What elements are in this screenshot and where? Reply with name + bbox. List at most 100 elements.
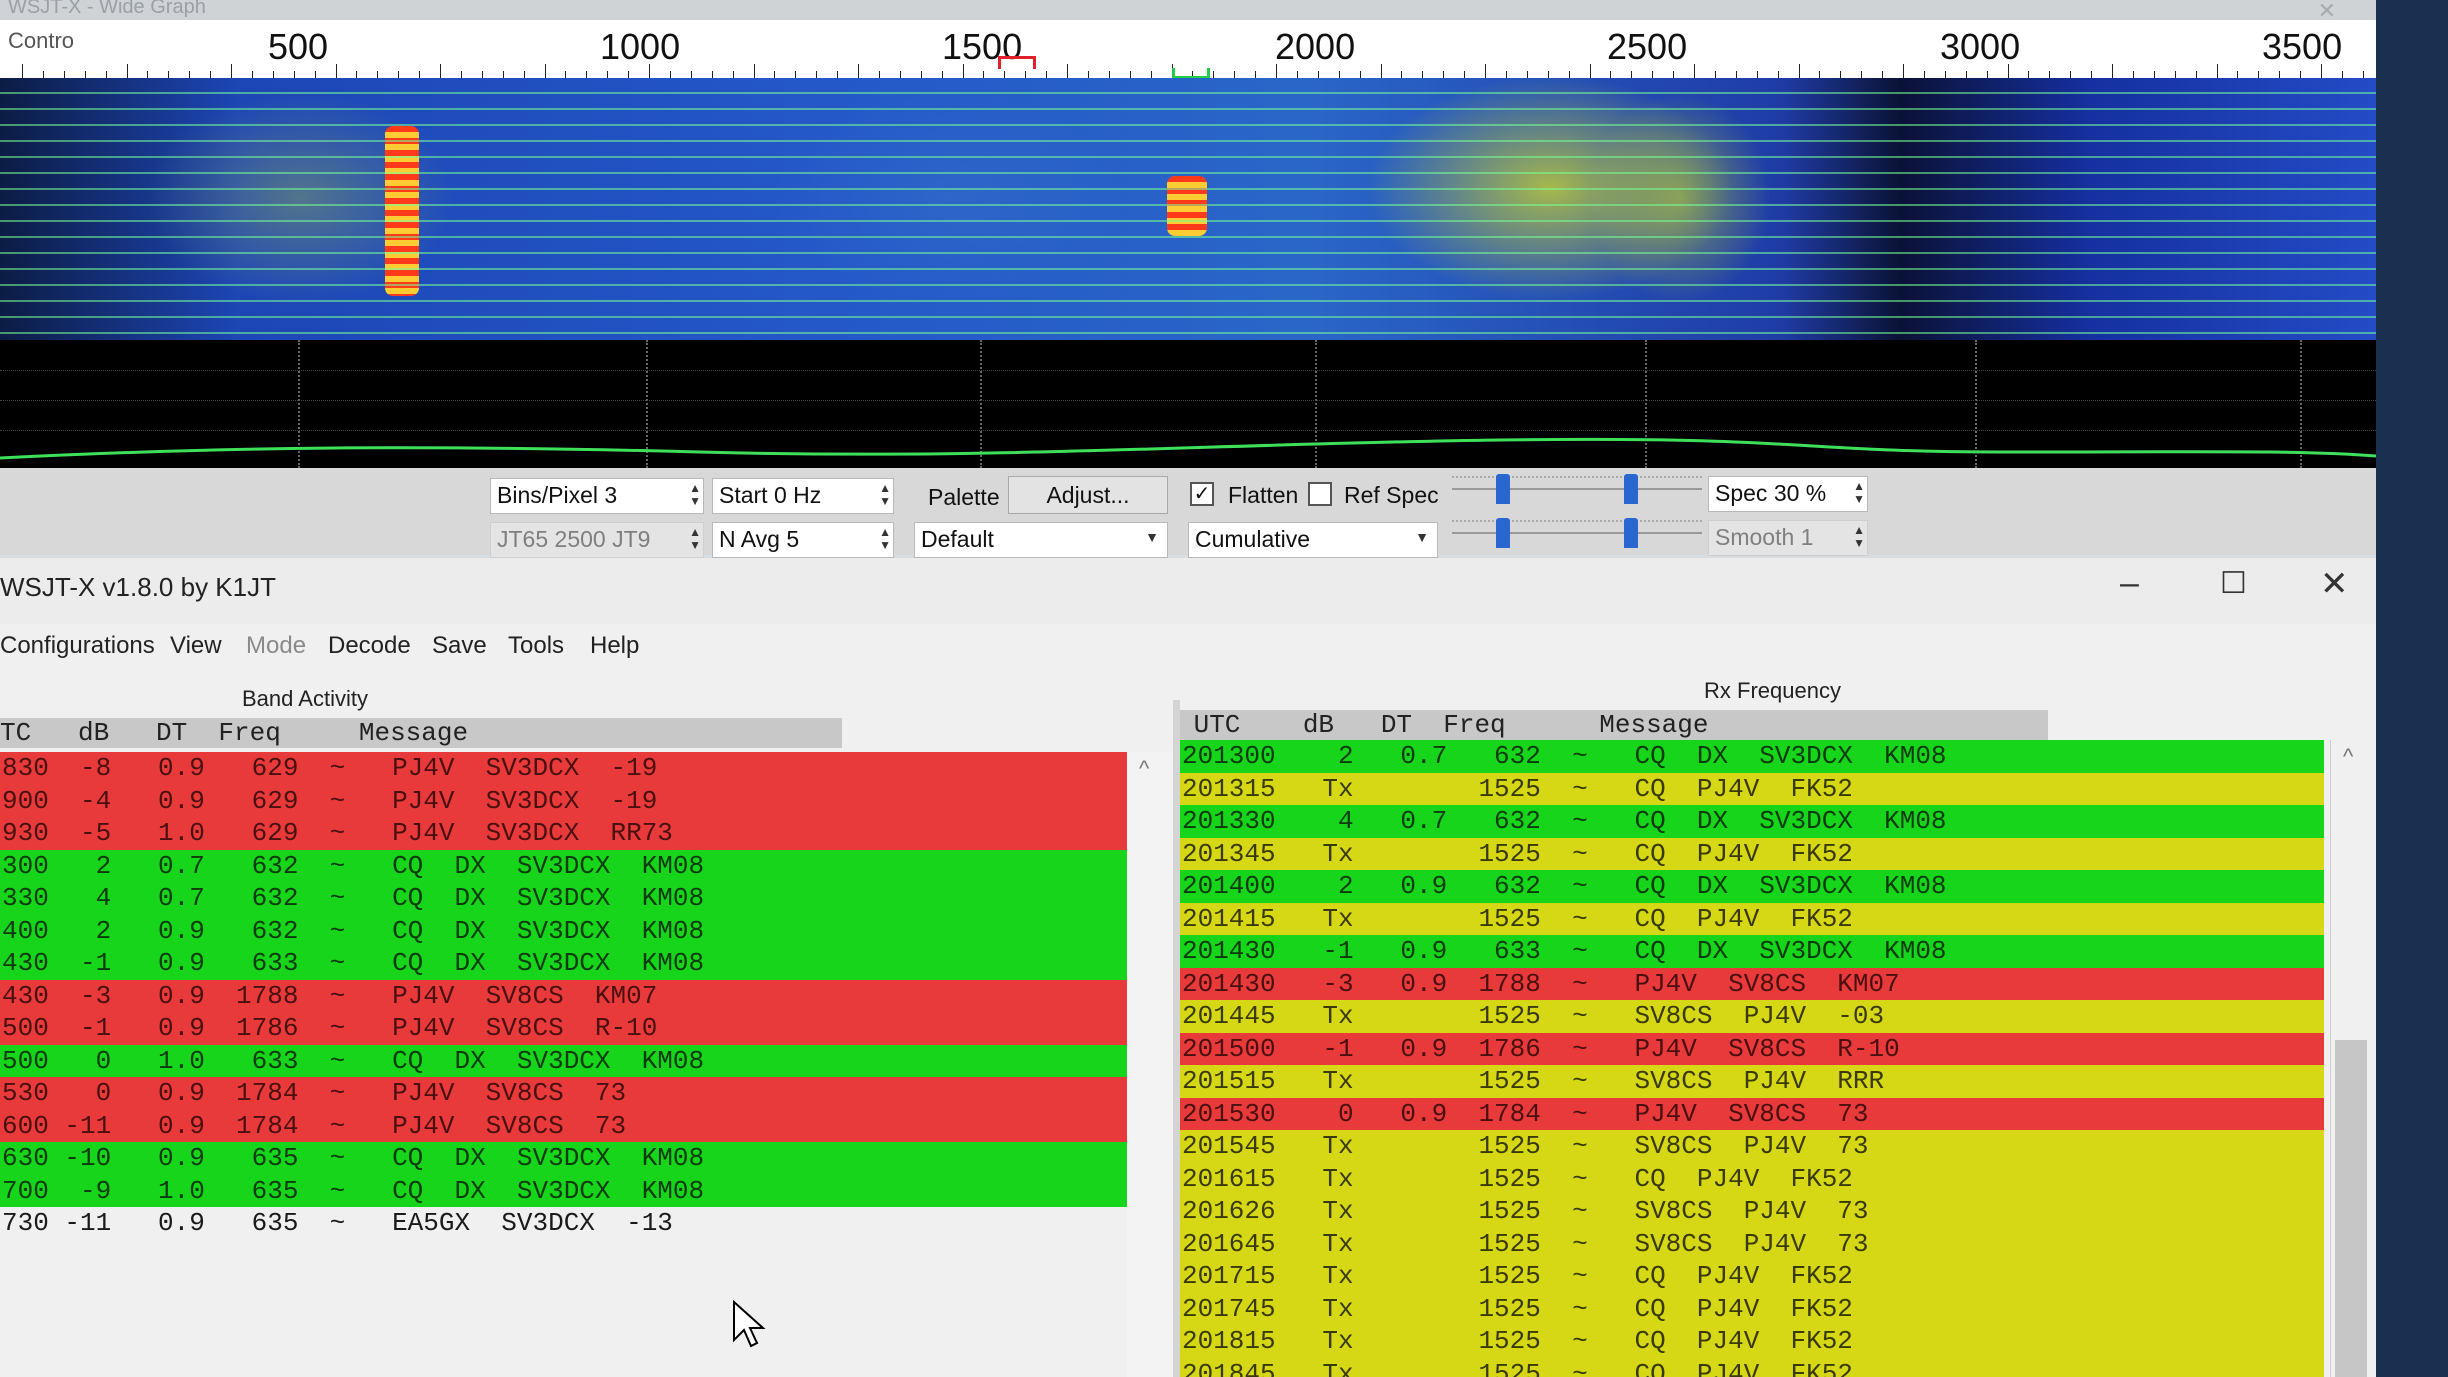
menu-bar: Configurations View Mode Decode Save Too…: [0, 624, 2384, 668]
table-row[interactable]: 201815 Tx 1525 ~ CQ PJ4V FK52: [1180, 1325, 2324, 1358]
scale-tick: [523, 71, 525, 78]
table-row[interactable]: 630 -10 0.9 635 ~ CQ DX SV3DCX KM08: [0, 1142, 1128, 1175]
band-activity-rows[interactable]: 830 -8 0.9 629 ~ PJ4V SV3DCX -19 900 -4 0…: [0, 752, 1128, 1240]
table-row[interactable]: 201345 Tx 1525 ~ CQ PJ4V FK52: [1180, 837, 2324, 870]
table-row[interactable]: 500 0 1.0 633 ~ CQ DX SV3DCX KM08: [0, 1044, 1128, 1077]
table-row[interactable]: 201300 2 0.7 632 ~ CQ DX SV3DCX KM08: [1180, 740, 2324, 773]
scale-tick: [1276, 64, 1277, 78]
slider-handle[interactable]: [1496, 518, 1510, 548]
table-row[interactable]: 201445 Tx 1525 ~ SV8CS PJ4V -03: [1180, 1000, 2324, 1033]
table-row[interactable]: 201530 0 0.9 1784 ~ PJ4V SV8CS 73: [1180, 1097, 2324, 1130]
rx-frequency-header[interactable]: UTC dB DT Freq Message: [1178, 710, 2048, 740]
signal-trace: [385, 126, 419, 296]
adjust-button[interactable]: Adjust...: [1008, 476, 1168, 514]
band-activity-list[interactable]: 830 -8 0.9 629 ~ PJ4V SV3DCX -19 900 -4 0…: [0, 752, 1175, 1377]
table-row[interactable]: 500 -1 0.9 1786 ~ PJ4V SV8CS R-10: [0, 1012, 1128, 1045]
scrollbar-thumb[interactable]: [2335, 1040, 2367, 1377]
rx-frequency-list[interactable]: 201300 2 0.7 632 ~ CQ DX SV3DCX KM08 2013…: [1180, 740, 2360, 1377]
table-row[interactable]: 201645 Tx 1525 ~ SV8CS PJ4V 73: [1180, 1227, 2324, 1260]
slider-handle[interactable]: [1496, 474, 1510, 504]
minimize-icon[interactable]: –: [2120, 564, 2139, 603]
menu-tools[interactable]: Tools: [508, 632, 564, 660]
slider-handle[interactable]: [1624, 474, 1638, 504]
menu-configurations[interactable]: Configurations: [0, 632, 155, 660]
rx-frequency-scrollbar[interactable]: ^: [2330, 740, 2371, 1377]
slider-handle[interactable]: [1624, 518, 1638, 548]
table-row[interactable]: 201330 4 0.7 632 ~ CQ DX SV3DCX KM08: [1180, 805, 2324, 838]
waterfall-display[interactable]: [0, 78, 2376, 340]
table-row[interactable]: 201400 2 0.9 632 ~ CQ DX SV3DCX KM08: [1180, 870, 2324, 903]
table-row[interactable]: 730 -11 0.9 635 ~ EA5GX SV3DCX -13: [0, 1207, 1128, 1240]
scale-tick: [2362, 71, 2364, 78]
menu-help[interactable]: Help: [590, 632, 639, 660]
scroll-up-icon[interactable]: ^: [1139, 756, 1149, 782]
zero-slider[interactable]: [1452, 518, 1702, 548]
table-row[interactable]: 201845 Tx 1525 ~ CQ PJ4V FK52: [1180, 1357, 2324, 1377]
scale-tick: [1714, 71, 1716, 78]
table-row[interactable]: 201745 Tx 1525 ~ CQ PJ4V FK52: [1180, 1292, 2324, 1325]
scale-label: 500: [268, 26, 329, 67]
table-row[interactable]: 300 2 0.7 632 ~ CQ DX SV3DCX KM08: [0, 849, 1128, 882]
signal-trace: [1167, 176, 1207, 236]
maximize-icon[interactable]: ☐: [2220, 566, 2247, 601]
scale-tick: [189, 71, 191, 78]
bins-per-pixel-spinbox[interactable]: Bins/Pixel 3 ▲ ▼: [490, 478, 704, 514]
table-row[interactable]: 201315 Tx 1525 ~ CQ PJ4V FK52: [1180, 772, 2324, 805]
table-row[interactable]: 530 0 0.9 1784 ~ PJ4V SV8CS 73: [0, 1077, 1128, 1110]
table-row[interactable]: 201430 -1 0.9 633 ~ CQ DX SV3DCX KM08: [1180, 935, 2324, 968]
smooth-spinbox[interactable]: Smooth 1 ▲ ▼: [1708, 520, 1868, 556]
menu-decode[interactable]: Decode: [328, 632, 411, 660]
start-hz-spinbox[interactable]: Start 0 Hz ▲ ▼: [712, 478, 894, 514]
gain-slider[interactable]: [1452, 474, 1702, 504]
scale-tick: [1150, 71, 1152, 78]
spin-arrows-icon[interactable]: ▲ ▼: [689, 526, 701, 552]
mouse-cursor-icon: [733, 1300, 766, 1348]
spin-arrows-icon[interactable]: ▲ ▼: [1853, 524, 1865, 550]
chevron-down-icon[interactable]: ▼: [1415, 529, 1429, 545]
control-label[interactable]: Contro: [8, 28, 74, 54]
table-row[interactable]: 201545 Tx 1525 ~ SV8CS PJ4V 73: [1180, 1130, 2324, 1163]
table-row[interactable]: 930 -5 1.0 629 ~ PJ4V SV3DCX RR73: [0, 817, 1128, 850]
flatten-checkbox[interactable]: ✓: [1190, 482, 1214, 506]
menu-save[interactable]: Save: [432, 632, 487, 660]
cumulative-dropdown[interactable]: Cumulative ▼: [1188, 522, 1438, 558]
table-row[interactable]: 201626 Tx 1525 ~ SV8CS PJ4V 73: [1180, 1195, 2324, 1228]
table-row[interactable]: 700 -9 1.0 635 ~ CQ DX SV3DCX KM08: [0, 1174, 1128, 1207]
spin-arrows-icon[interactable]: ▲ ▼: [689, 482, 701, 508]
scale-tick: [2132, 71, 2134, 78]
table-row[interactable]: 201415 Tx 1525 ~ CQ PJ4V FK52: [1180, 902, 2324, 935]
table-row[interactable]: 201615 Tx 1525 ~ CQ PJ4V FK52: [1180, 1162, 2324, 1195]
menu-mode[interactable]: Mode: [246, 632, 306, 660]
scale-tick: [1067, 64, 1068, 78]
table-row[interactable]: 330 4 0.7 632 ~ CQ DX SV3DCX KM08: [0, 882, 1128, 915]
scale-tick: [1234, 71, 1236, 78]
table-row[interactable]: 600 -11 0.9 1784 ~ PJ4V SV8CS 73: [0, 1109, 1128, 1142]
scale-tick: [669, 71, 671, 78]
menu-view[interactable]: View: [170, 632, 222, 660]
table-row[interactable]: 430 -3 0.9 1788 ~ PJ4V SV8CS KM07: [0, 979, 1128, 1012]
spin-arrows-icon[interactable]: ▲ ▼: [879, 482, 891, 508]
chevron-down-icon[interactable]: ▼: [1145, 529, 1159, 545]
spin-arrows-icon[interactable]: ▲ ▼: [879, 526, 891, 552]
band-activity-scrollbar[interactable]: ^: [1127, 752, 1173, 1377]
scroll-up-icon[interactable]: ^: [2343, 744, 2353, 770]
close-icon[interactable]: ✕: [2320, 564, 2349, 604]
rx-frequency-marker[interactable]: [998, 56, 1036, 69]
table-row[interactable]: 830 -8 0.9 629 ~ PJ4V SV3DCX -19: [0, 752, 1128, 785]
band-activity-header[interactable]: TC dB DT Freq Message: [0, 718, 842, 748]
table-row[interactable]: 400 2 0.9 632 ~ CQ DX SV3DCX KM08: [0, 914, 1128, 947]
table-row[interactable]: 201515 Tx 1525 ~ SV8CS PJ4V RRR: [1180, 1065, 2324, 1098]
spec-spinbox[interactable]: Spec 30 % ▲ ▼: [1708, 476, 1868, 512]
table-row[interactable]: 201430 -3 0.9 1788 ~ PJ4V SV8CS KM07: [1180, 967, 2324, 1000]
palette-dropdown[interactable]: Default ▼: [914, 522, 1168, 558]
jt65-jt9-spinbox[interactable]: JT65 2500 JT9 ▲ ▼: [490, 522, 704, 558]
n-avg-spinbox[interactable]: N Avg 5 ▲ ▼: [712, 522, 894, 558]
table-row[interactable]: 201500 -1 0.9 1786 ~ PJ4V SV8CS R-10: [1180, 1032, 2324, 1065]
table-row[interactable]: 900 -4 0.9 629 ~ PJ4V SV3DCX -19: [0, 784, 1128, 817]
table-row[interactable]: 201715 Tx 1525 ~ CQ PJ4V FK52: [1180, 1260, 2324, 1293]
table-row[interactable]: 430 -1 0.9 633 ~ CQ DX SV3DCX KM08: [0, 947, 1128, 980]
ref-spec-checkbox[interactable]: [1308, 482, 1332, 506]
scale-tick: [2237, 71, 2239, 78]
spin-arrows-icon[interactable]: ▲ ▼: [1853, 480, 1865, 506]
rx-frequency-rows[interactable]: 201300 2 0.7 632 ~ CQ DX SV3DCX KM08 2013…: [1180, 740, 2324, 1377]
